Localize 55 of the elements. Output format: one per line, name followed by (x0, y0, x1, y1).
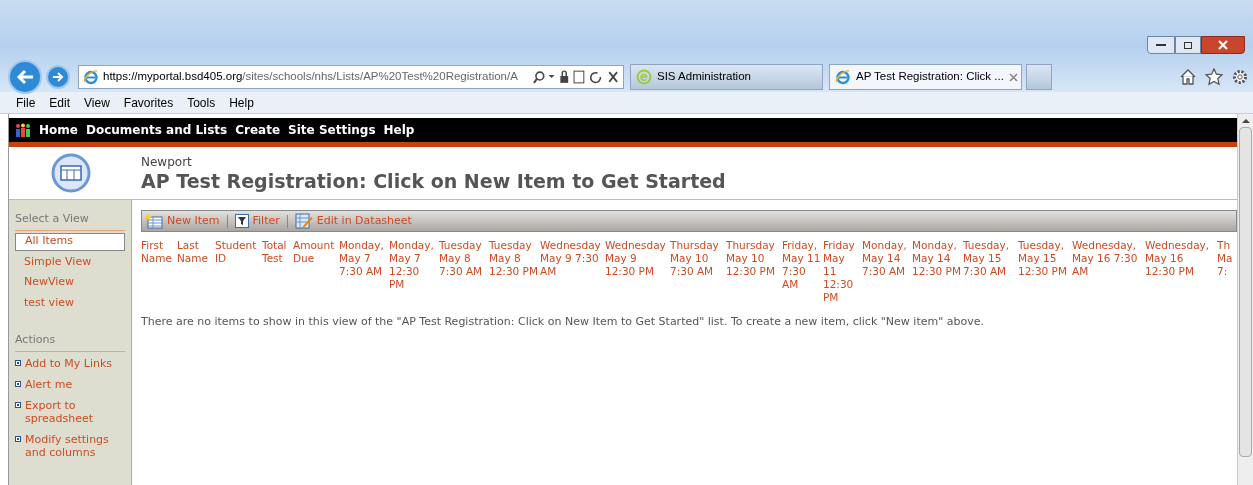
nav-link[interactable]: Home (39, 121, 78, 139)
page-title: AP Test Registration: Click on New Item to Get Started (141, 169, 726, 193)
action-link[interactable]: Add to My Links (25, 356, 113, 370)
toolbar-button[interactable]: New Item (167, 212, 220, 230)
column-header[interactable]: Monday, May 7 7:30 AM (339, 239, 389, 304)
menu-item[interactable]: Tools (187, 93, 216, 112)
column-header[interactable]: Total Test (262, 239, 293, 304)
column-header[interactable]: Tuesday, May 15 7:30 AM (963, 239, 1018, 304)
toolbar-button[interactable]: Edit in Datasheet (316, 212, 412, 230)
action-link[interactable]: Modify settings and columns (25, 432, 125, 459)
column-header[interactable]: Thursday May 10 12:30 PM (726, 239, 782, 304)
column-header[interactable]: First Name (141, 239, 177, 304)
nav-link[interactable]: Create (235, 121, 281, 139)
column-header[interactable]: Friday May 11 12:30 PM (823, 239, 862, 304)
column-header[interactable]: Friday, May 11 7:30 AM (782, 239, 823, 304)
action-link[interactable]: Alert me (25, 377, 73, 391)
column-header[interactable]: Tuesday, May 15 12:30 PM (1018, 239, 1072, 304)
browser-tab[interactable]: AP Test Registration: Click ... (829, 64, 1022, 90)
toolbar-button[interactable]: Filter (252, 212, 280, 230)
menu-item[interactable]: View (84, 93, 110, 112)
address-bar[interactable]: https://myportal.bsd405.org/sites/schools/nhs/Lists/AP%20Test%20Registration/A (78, 65, 624, 89)
nav-link[interactable]: Help (383, 121, 415, 139)
action-link[interactable]: Export to spreadsheet (25, 398, 125, 425)
nav-link[interactable]: Documents and Lists (85, 121, 228, 139)
url-text: https://myportal.bsd405.org/sites/schools/nhs/Lists/AP%20Test%20Registration/A (103, 69, 518, 85)
column-header[interactable]: Wednesday May 9 12:30 PM (605, 239, 670, 304)
tab-label: AP Test Registration: Click ... (856, 69, 1004, 85)
menu-item[interactable]: Favorites (123, 93, 174, 112)
column-header[interactable]: Thursday May 10 7:30 AM (670, 239, 726, 304)
menu-item[interactable]: Help (229, 93, 254, 112)
column-header[interactable]: Wednesday May 9 7:30 AM (540, 239, 605, 304)
site-name: Newport (141, 155, 193, 169)
section-heading: Select a View (15, 211, 125, 231)
column-header[interactable]: Monday, May 14 7:30 AM (862, 239, 912, 304)
nav-link[interactable]: Site Settings (288, 121, 376, 139)
menu-item[interactable]: File (16, 93, 36, 112)
column-header[interactable]: Tuesday May 8 12:30 PM (489, 239, 540, 304)
view-link[interactable]: test view (15, 294, 125, 312)
column-header[interactable]: Monday, May 7 12:30 PM (389, 239, 439, 304)
column-header[interactable]: Tuesday May 8 7:30 AM (439, 239, 489, 304)
column-header[interactable]: Amount Due (293, 239, 339, 304)
menu-item[interactable]: Edit (49, 93, 71, 112)
column-header[interactable]: Wednesday, May 16 12:30 PM (1145, 239, 1217, 304)
view-link[interactable]: Simple View (15, 253, 125, 271)
browser-tab[interactable]: SIS Administration (630, 64, 823, 90)
section-heading: Actions (15, 332, 125, 352)
view-link[interactable]: NewView (15, 273, 125, 292)
column-header[interactable]: Monday, May 14 12:30 PM (912, 239, 963, 304)
column-header[interactable]: Last Name (177, 239, 215, 304)
tab-label: SIS Administration (657, 69, 751, 85)
column-header[interactable]: Th Ma 7: (1217, 239, 1237, 304)
column-header[interactable]: Student ID (215, 239, 262, 304)
view-link[interactable]: All Items (15, 232, 125, 251)
empty-message: There are no items to show in this view of the "AP Test Registration: Click on New Item to Get Started" list. To create a new item, click "New item" above. (141, 314, 985, 330)
column-header[interactable]: Wednesday, May 16 7:30 AM (1072, 239, 1145, 304)
